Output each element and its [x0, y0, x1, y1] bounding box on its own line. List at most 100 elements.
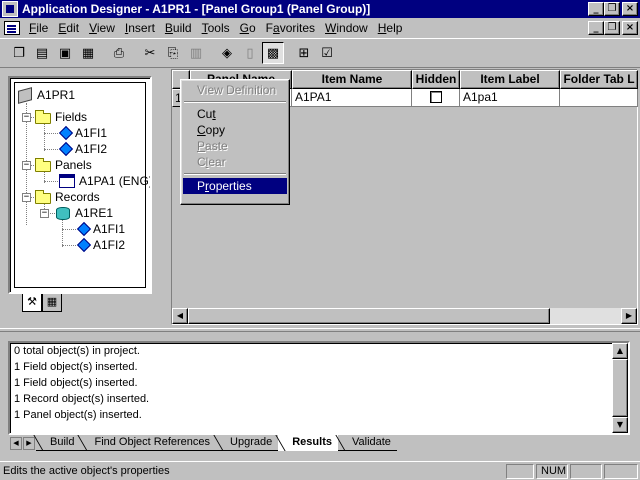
menu-insert[interactable]: Insert — [120, 21, 160, 35]
document-window-controls: _ ❐ × — [588, 21, 638, 35]
window-controls: _ ❐ × — [588, 2, 638, 16]
copy-icon[interactable]: ⎘ — [162, 42, 184, 64]
field-icon — [59, 142, 71, 156]
scroll-thumb[interactable] — [612, 359, 628, 417]
panel-layout-icon[interactable]: ▩ — [262, 42, 284, 64]
menu-item-cut[interactable]: Cut — [183, 106, 287, 122]
cell-folder-tab-label[interactable] — [560, 89, 638, 107]
output-window: 0 total object(s) in project. 1 Field ob… — [8, 341, 630, 435]
output-line: 0 total object(s) in project. — [14, 345, 140, 357]
tab-build[interactable]: Build — [36, 435, 81, 451]
tab-upgrade[interactable]: Upgrade — [216, 435, 279, 451]
tree-folder-records[interactable]: Records — [35, 189, 100, 205]
status-panel-extra — [604, 463, 638, 479]
output-line: 1 Record object(s) inserted. — [14, 393, 150, 405]
menu-separator — [184, 101, 286, 103]
scroll-up-button[interactable]: ▲ — [612, 343, 628, 359]
restore-button[interactable]: ❐ — [604, 2, 620, 16]
column-header-item-name[interactable]: Item Name — [292, 70, 412, 89]
toolbar: ❐ ▤ ▣ ▦ ⎙ ✂ ⎘ ▥ ◈ ▯ ▩ ⊞ ☑ — [0, 38, 640, 68]
cell-item-name[interactable]: A1PA1 — [292, 89, 412, 107]
tree-folder-panels[interactable]: Panels — [35, 157, 92, 173]
tree-item-field-a1fi1[interactable]: A1FI1 — [59, 125, 107, 141]
menu-bar: File Edit View Insert Build Tools Go Fav… — [0, 18, 640, 38]
close-button[interactable]: × — [622, 2, 638, 16]
tab-find-object-references[interactable]: Find Object References — [80, 435, 217, 451]
doc-minimize-button[interactable]: _ — [588, 21, 604, 35]
minimize-button[interactable]: _ — [588, 2, 604, 16]
menu-item-copy[interactable]: Copy — [183, 122, 287, 138]
status-panel-caps — [506, 463, 534, 479]
menu-edit[interactable]: Edit — [53, 21, 84, 35]
menu-separator — [184, 173, 286, 175]
tab-scroll-right-button[interactable]: ▶ — [23, 436, 35, 450]
properties-icon[interactable]: ◈ — [216, 42, 238, 64]
open-icon[interactable]: ▤ — [31, 42, 53, 64]
tab-results[interactable]: Results — [278, 435, 338, 451]
scroll-down-button[interactable]: ▼ — [612, 417, 628, 433]
menu-favorites[interactable]: Favorites — [261, 21, 320, 35]
output-line: 1 Panel object(s) inserted. — [14, 409, 142, 421]
menu-window[interactable]: Window — [320, 21, 373, 35]
insert-field-icon[interactable]: ⊞ — [293, 42, 315, 64]
tree-item-panel-a1pa1[interactable]: A1PA1 (ENG) — [59, 173, 150, 189]
development-tab-icon[interactable]: ⚒ — [22, 294, 42, 312]
menu-build[interactable]: Build — [160, 21, 197, 35]
menu-file[interactable]: File — [24, 21, 53, 35]
tab-validate[interactable]: Validate — [337, 435, 397, 451]
menu-item-properties[interactable]: Properties — [183, 178, 287, 194]
tree-root-project[interactable]: A1PR1 — [17, 87, 75, 103]
doc-restore-button[interactable]: ❐ — [604, 21, 620, 35]
paste-icon[interactable]: ▥ — [185, 42, 207, 64]
menu-item-view-definition[interactable]: View Definition — [183, 82, 287, 98]
collapse-record-toggle[interactable]: − — [40, 209, 49, 218]
app-icon[interactable] — [2, 1, 18, 17]
field-icon — [77, 238, 89, 252]
tree-item-record-field-a1fi1[interactable]: A1FI1 — [77, 221, 125, 237]
document-icon[interactable] — [4, 21, 20, 35]
save-icon[interactable]: ▣ — [54, 42, 76, 64]
column-header-hidden[interactable]: Hidden — [412, 70, 460, 89]
collapse-panels-toggle[interactable]: − — [22, 161, 31, 170]
panel-icon — [59, 174, 75, 188]
scroll-thumb[interactable] — [188, 308, 550, 324]
folder-icon — [35, 109, 51, 124]
scroll-right-button[interactable]: ▶ — [621, 308, 637, 324]
menu-item-paste[interactable]: Paste — [183, 138, 287, 154]
pane-splitter[interactable] — [0, 328, 640, 332]
collapse-records-toggle[interactable]: − — [22, 193, 31, 202]
tree-item-record-a1re1[interactable]: A1RE1 — [55, 205, 113, 221]
definition-icon[interactable]: ▯ — [239, 42, 261, 64]
menu-tools[interactable]: Tools — [197, 21, 235, 35]
column-header-folder-tab-label[interactable]: Folder Tab L — [560, 70, 638, 89]
tab-scroll-left-button[interactable]: ◀ — [10, 436, 22, 450]
title-bar: Application Designer - A1PR1 - [Panel Gr… — [0, 0, 640, 18]
cell-item-label[interactable]: A1pa1 — [460, 89, 560, 107]
folder-icon — [35, 189, 51, 204]
doc-close-button[interactable]: × — [622, 21, 638, 35]
project-tree: A1PR1 − Fields A1FI1 A1FI2 − Panels A1PA… — [14, 82, 150, 288]
save-all-icon[interactable]: ▦ — [77, 42, 99, 64]
vertical-scrollbar[interactable]: ▲ ▼ — [612, 343, 628, 433]
context-menu: View Definition Cut Copy Paste Clear Pro… — [180, 79, 290, 205]
cut-icon[interactable]: ✂ — [139, 42, 161, 64]
menu-view[interactable]: View — [84, 21, 120, 35]
folder-icon — [35, 157, 51, 172]
build-icon[interactable]: ☑ — [316, 42, 338, 64]
menu-help[interactable]: Help — [373, 21, 408, 35]
status-panel-scroll — [570, 463, 602, 479]
collapse-fields-toggle[interactable]: − — [22, 113, 31, 122]
print-icon[interactable]: ⎙ — [108, 42, 130, 64]
new-icon[interactable]: ❐ — [8, 42, 30, 64]
scroll-left-button[interactable]: ◀ — [172, 308, 188, 324]
tree-item-field-a1fi2[interactable]: A1FI2 — [59, 141, 107, 157]
tree-folder-fields[interactable]: Fields — [35, 109, 87, 125]
menu-item-clear[interactable]: Clear — [183, 154, 287, 170]
hidden-checkbox[interactable] — [429, 91, 442, 103]
output-line: 1 Field object(s) inserted. — [14, 377, 138, 389]
tree-item-record-field-a1fi2[interactable]: A1FI2 — [77, 237, 125, 253]
column-header-item-label[interactable]: Item Label — [460, 70, 560, 89]
upgrade-tab-icon[interactable]: ▦ — [42, 294, 62, 312]
menu-go[interactable]: Go — [235, 21, 261, 35]
horizontal-scrollbar[interactable]: ◀ ▶ — [172, 308, 637, 324]
